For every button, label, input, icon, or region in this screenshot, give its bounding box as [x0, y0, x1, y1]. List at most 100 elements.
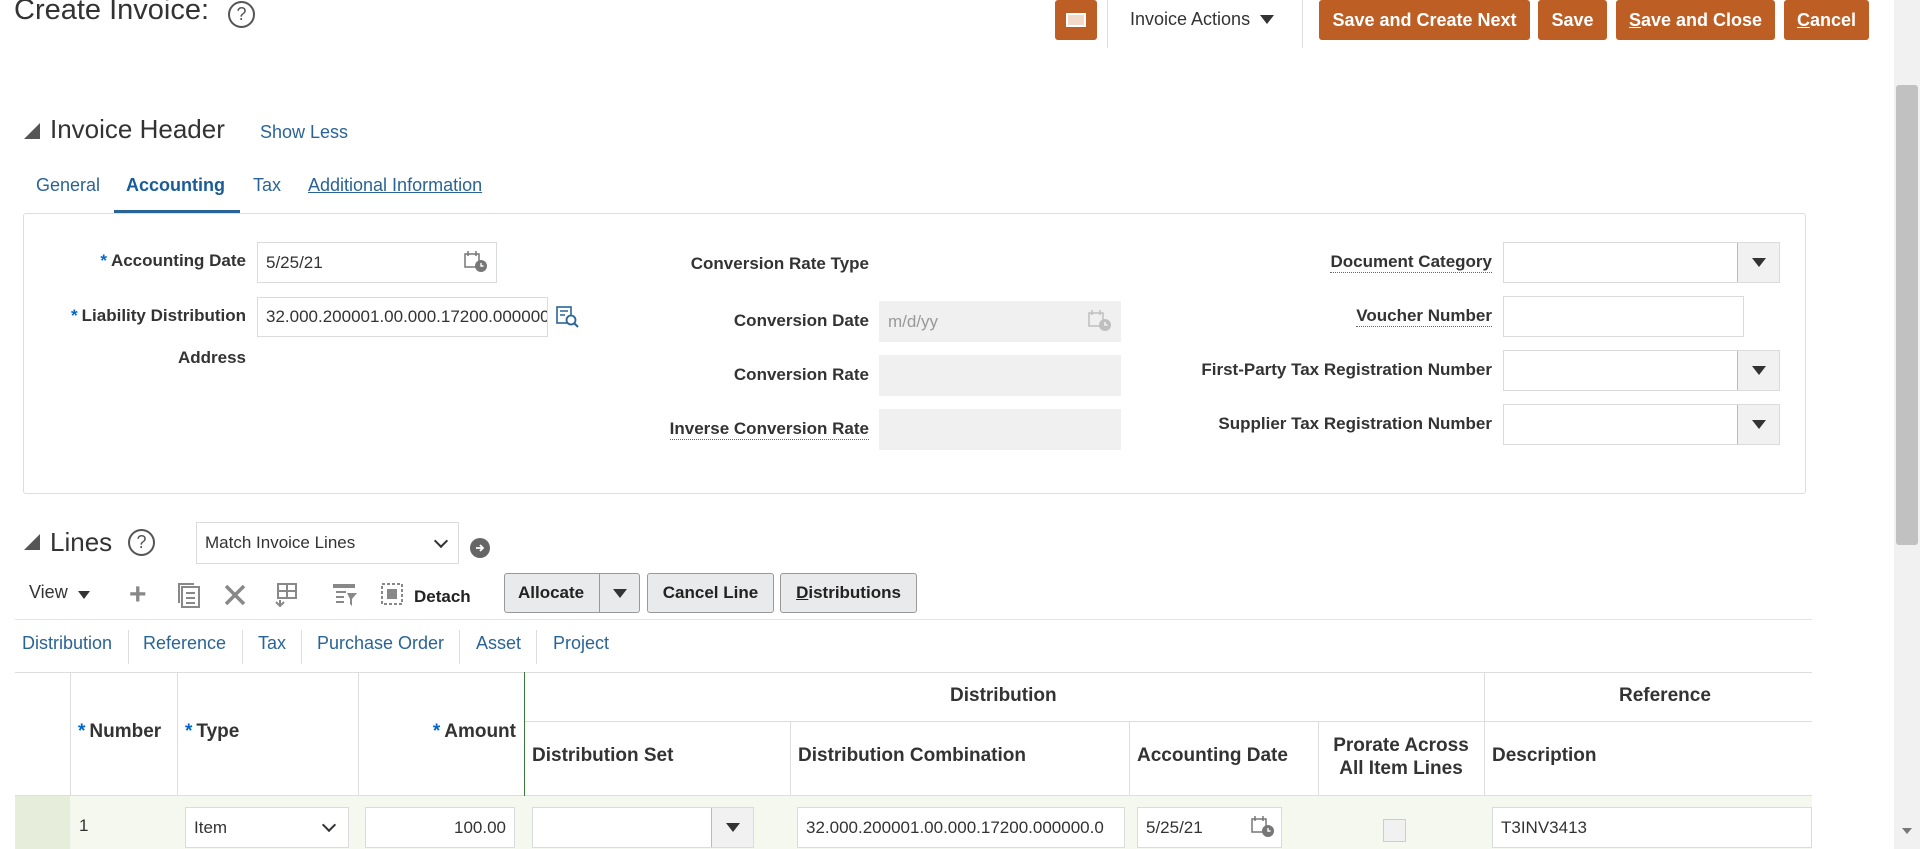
save-button[interactable]: Save [1538, 0, 1607, 40]
chevron-down-icon [1751, 366, 1766, 375]
row-type-select[interactable]: Item [185, 807, 349, 848]
accounting-date-label: * Accounting Date [100, 251, 246, 270]
conversion-rate-type-label: Conversion Rate Type [690, 254, 869, 273]
scroll-down-arrow-icon[interactable] [1902, 828, 1912, 834]
toolbar-divider [1302, 0, 1303, 48]
subtab-project[interactable]: Project [553, 633, 609, 654]
calendar-icon[interactable] [464, 251, 487, 272]
supplier-tax-label: Supplier Tax Registration Number [1218, 414, 1492, 433]
subtab-purchase-order[interactable]: Purchase Order [317, 633, 444, 654]
allocate-button[interactable]: Allocate [504, 573, 640, 613]
vertical-scrollbar[interactable] [1894, 0, 1920, 849]
split-row-icon[interactable] [272, 582, 298, 613]
subtab-separator [242, 630, 243, 664]
col-divider [177, 672, 178, 795]
dropdown-button[interactable] [711, 808, 753, 847]
tab-general[interactable]: General [36, 175, 100, 196]
toolbar-icon-button[interactable] [1055, 0, 1097, 40]
add-row-icon[interactable]: + [129, 580, 147, 610]
view-label: View [29, 582, 68, 602]
tab-tax[interactable]: Tax [253, 175, 281, 196]
col-header-distribution-set[interactable]: Distribution Set [532, 745, 673, 767]
chevron-down-icon [77, 590, 90, 599]
chevron-down-icon [1751, 258, 1766, 267]
duplicate-row-icon[interactable] [178, 583, 202, 614]
view-menu[interactable]: View [29, 582, 90, 603]
conversion-date-placeholder: m/d/yy [888, 311, 939, 331]
detach-button[interactable]: Detach [380, 582, 471, 611]
cancel-line-button[interactable]: Cancel Line [647, 573, 774, 613]
row-selector[interactable] [15, 796, 70, 849]
voucher-number-input[interactable] [1503, 296, 1744, 337]
save-and-create-next-button[interactable]: Save and Create Next [1319, 0, 1530, 40]
filter-columns-icon[interactable] [332, 582, 358, 613]
show-less-link[interactable]: Show Less [260, 122, 348, 143]
chevron-down-icon [612, 588, 627, 598]
invoice-header-title: Invoice Header [50, 114, 225, 144]
go-arrow-icon[interactable] [470, 538, 490, 558]
accounting-date-input[interactable]: 5/25/21 [257, 242, 497, 283]
search-account-icon[interactable] [556, 305, 580, 334]
calendar-icon[interactable] [1251, 816, 1274, 837]
subtab-reference[interactable]: Reference [143, 633, 226, 654]
col-header-prorate[interactable]: Prorate Across All Item Lines [1318, 734, 1484, 780]
liability-distribution-label: * Liability Distribution [71, 306, 246, 325]
row-amount-input[interactable]: 100.00 [365, 807, 515, 848]
distributions-button[interactable]: Distributions [780, 573, 917, 613]
row-prorate-checkbox[interactable] [1383, 819, 1406, 842]
collapse-lines-icon[interactable] [24, 534, 40, 550]
toolbar-divider [1107, 0, 1108, 48]
row-amount-value: 100.00 [454, 817, 506, 837]
tab-additional-information[interactable]: Additional Information [308, 175, 482, 196]
accounting-date-value: 5/25/21 [266, 252, 323, 272]
dropdown-button[interactable] [1737, 405, 1779, 444]
save-and-close-button[interactable]: Save and Close [1616, 0, 1775, 40]
col-header-distribution-combination[interactable]: Distribution Combination [798, 745, 1026, 767]
detach-label: Detach [414, 586, 471, 606]
allocate-dropdown[interactable] [599, 574, 639, 612]
col-divider [358, 672, 359, 795]
chevron-down-icon [433, 533, 449, 549]
subtab-separator [459, 630, 460, 664]
table-row[interactable]: 1 Item 100.00 32.000.200001.00.000.17200… [15, 796, 1812, 849]
subtab-tax[interactable]: Tax [258, 633, 286, 654]
group-header-divider [524, 721, 1812, 722]
match-invoice-lines-select[interactable]: Match Invoice Lines [196, 522, 459, 564]
row-distribution-combination-input[interactable]: 32.000.200001.00.000.17200.000000.0 [797, 807, 1125, 848]
help-icon[interactable]: ? [128, 529, 155, 556]
col-header-number[interactable]: * Number [78, 721, 161, 743]
delete-row-icon[interactable] [223, 583, 247, 612]
conversion-rate-label: Conversion Rate [733, 365, 869, 384]
col-header-amount[interactable]: * Amount [433, 721, 516, 743]
tab-accounting[interactable]: Accounting [126, 175, 225, 196]
dropdown-button[interactable] [1737, 243, 1779, 282]
cancel-button[interactable]: Cancel [1784, 0, 1869, 40]
invoice-actions-menu[interactable]: Invoice Actions [1130, 9, 1275, 30]
document-category-select[interactable] [1503, 242, 1780, 283]
row-type-value: Item [194, 817, 228, 837]
col-header-type[interactable]: * Type [185, 721, 239, 743]
help-icon[interactable]: ? [228, 1, 255, 28]
liability-distribution-input[interactable]: 32.000.200001.00.000.17200.000000 [257, 297, 548, 337]
chevron-down-icon [725, 823, 740, 832]
voucher-number-label: Voucher Number [1356, 306, 1492, 327]
row-distribution-set-select[interactable] [532, 807, 754, 848]
row-number: 1 [79, 816, 89, 835]
subtab-distribution[interactable]: Distribution [22, 633, 112, 654]
col-divider [1484, 672, 1485, 795]
liability-distribution-label-line2: Address [177, 348, 246, 367]
row-accounting-date-input[interactable]: 5/25/21 [1137, 807, 1282, 848]
toolbar-divider [15, 619, 1812, 620]
row-description-input[interactable]: T3INV3413 [1492, 807, 1812, 848]
supplier-tax-select[interactable] [1503, 404, 1780, 445]
subtab-separator [536, 630, 537, 664]
subtab-asset[interactable]: Asset [476, 633, 521, 654]
row-description-value: T3INV3413 [1501, 817, 1587, 837]
collapse-header-icon[interactable] [24, 123, 40, 139]
col-header-accounting-date[interactable]: Accounting Date [1137, 745, 1288, 767]
scrollbar-thumb[interactable] [1896, 85, 1918, 545]
col-header-description[interactable]: Description [1492, 745, 1597, 767]
dropdown-button[interactable] [1737, 351, 1779, 390]
inverse-conversion-rate-label: Inverse Conversion Rate [669, 419, 869, 440]
first-party-tax-select[interactable] [1503, 350, 1780, 391]
